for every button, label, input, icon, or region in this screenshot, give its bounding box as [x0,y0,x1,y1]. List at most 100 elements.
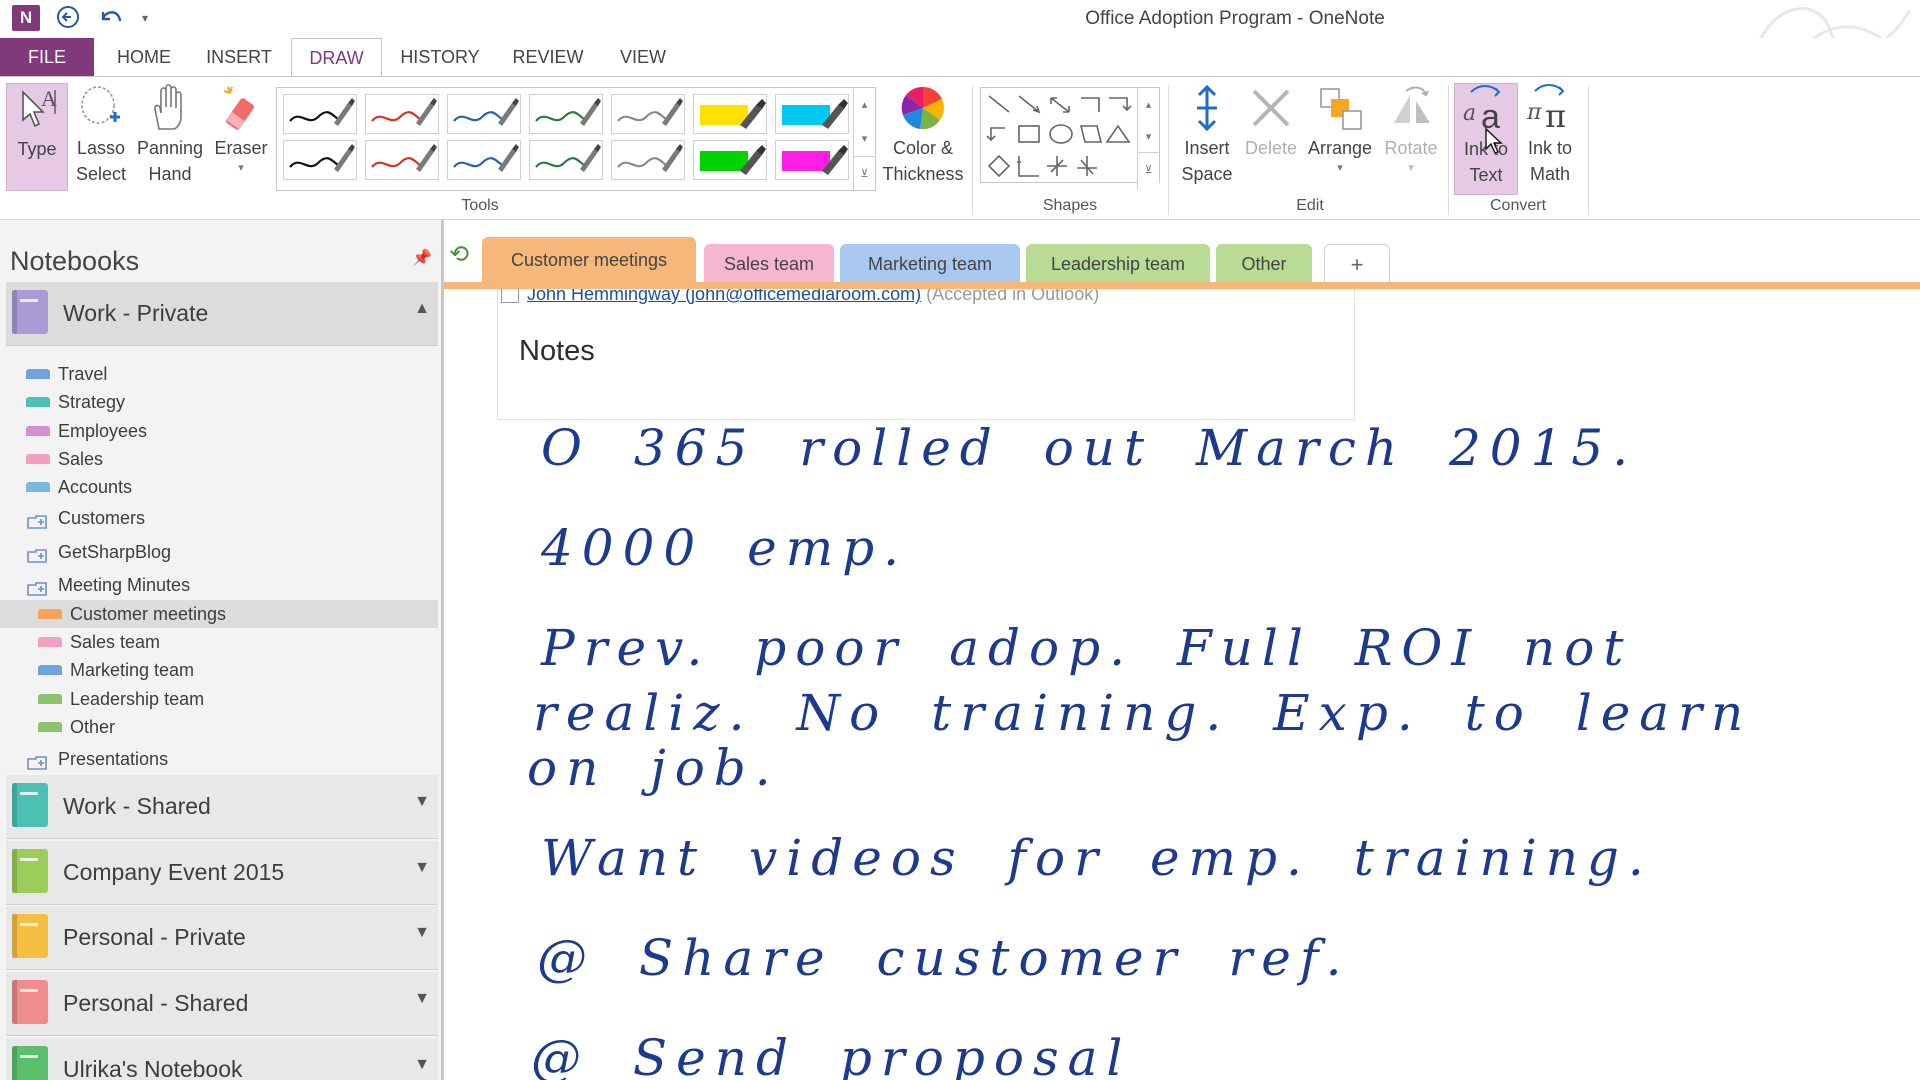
arrange-button[interactable]: Arrange ▾ [1302,83,1378,195]
pen-swatch[interactable] [529,140,603,180]
notebook-item[interactable]: Company Event 2015 ▼ [6,841,438,905]
ink-to-text-label-2: Text [1469,165,1503,185]
section-item[interactable]: Accounts [0,473,438,501]
section-color-rule [444,282,1920,289]
section-item[interactable]: Leadership team [0,685,438,713]
tab-home[interactable]: HOME [106,38,182,77]
rotate-label: Rotate [1384,138,1438,158]
pen-swatch[interactable] [447,94,521,134]
pen-gallery-scroll[interactable]: ▴ ▾ ⊻ [853,88,875,190]
chevron-down-icon[interactable]: ▼ [414,859,430,877]
tab-view[interactable]: VIEW [608,38,678,77]
tab-review[interactable]: REVIEW [500,38,596,77]
notebook-item[interactable]: Work - Shared ▼ [6,775,438,839]
lasso-label-1: Lasso [76,138,126,158]
highlighter-swatch[interactable] [775,94,849,134]
pen-swatch[interactable] [365,140,439,180]
type-button[interactable]: A Type [6,83,68,191]
eraser-button[interactable]: Eraser ▾ [210,83,272,195]
highlighter-swatch[interactable] [775,140,849,180]
notebook-icon [12,290,48,334]
section-item[interactable]: Employees [0,417,438,445]
insert-space-button[interactable]: Insert Space [1176,83,1238,195]
group-separator [1448,85,1449,215]
pen-swatch[interactable] [611,94,685,134]
section-tab-icon [38,722,62,732]
tab-leadership-team[interactable]: Leadership team [1026,244,1210,284]
chevron-up-icon[interactable]: ▲ [414,300,430,318]
ink-line: @ Share customer ref. [537,929,1351,987]
section-item[interactable]: Customers [0,504,438,532]
section-item[interactable]: Sales [0,445,438,473]
section-label: GetSharpBlog [58,542,172,562]
sync-icon[interactable]: ⟲ [444,240,474,269]
section-item[interactable]: Marketing team [0,656,438,684]
section-item[interactable]: Other [0,713,438,741]
window-title: Office Adoption Program - OneNote [1085,8,1385,29]
color-label-2: Thickness [882,164,964,184]
pen-swatch[interactable] [283,94,357,134]
section-item[interactable]: Strategy [0,388,438,416]
shapes-gallery-scroll[interactable]: ▴ ▾ ⊻ [1137,88,1159,190]
pen-swatch[interactable] [283,140,357,180]
pen-swatch[interactable] [447,140,521,180]
tab-marketing-team[interactable]: Marketing team [840,244,1020,284]
tab-draw[interactable]: DRAW [291,38,382,77]
notebook-item[interactable]: Personal - Private ▼ [6,906,438,970]
highlighter-swatch[interactable] [693,94,767,134]
eraser-icon [210,83,272,133]
section-tab-icon [26,426,50,436]
highlighter-swatch[interactable] [693,140,767,180]
chevron-down-icon[interactable]: ▼ [414,990,430,1008]
tab-sales-team[interactable]: Sales team [704,244,834,284]
eraser-dropdown-icon[interactable]: ▾ [210,161,272,175]
pen-swatch[interactable] [529,94,603,134]
add-section-tab[interactable]: + [1324,244,1390,284]
chevron-down-icon[interactable]: ▼ [414,1056,430,1074]
attendee-email-link[interactable]: John Hemmingway (john@officemediaroom.co… [527,289,921,304]
ink-line: @ Send proposal [531,1029,1132,1080]
notebook-work-private[interactable]: Work - Private ▲ [6,282,438,346]
tab-history[interactable]: HISTORY [392,38,488,77]
section-item[interactable]: Presentations [0,745,438,773]
pen-swatch[interactable] [611,140,685,180]
color-thickness-button[interactable]: Color & Thickness [880,83,966,195]
tab-customer-meetings[interactable]: Customer meetings [482,237,696,284]
tab-other[interactable]: Other [1216,244,1312,284]
ink-to-math-button[interactable]: ππ Ink to Math [1518,83,1582,195]
hand-icon [134,83,206,133]
section-item[interactable]: Sales team [0,628,438,656]
ink-to-math-icon: ππ [1518,83,1582,135]
tab-insert[interactable]: INSERT [196,38,282,77]
lasso-icon [72,83,130,133]
lasso-label-2: Select [75,164,127,184]
section-label: Sales [58,449,104,469]
section-tab-icon [26,454,50,464]
shapes-grid-icon[interactable] [981,88,1136,182]
type-cursor-icon: A [7,84,67,134]
page-canvas[interactable]: John Hemmingway (john@officemediaroom.co… [447,289,1920,1080]
notebook-item[interactable]: Ulrika's Notebook ▼ [6,1038,438,1080]
section-item[interactable]: Meeting Minutes [0,571,438,599]
arrange-label: Arrange [1307,138,1373,158]
tab-file[interactable]: FILE [0,38,94,77]
rotate-button[interactable]: Rotate ▾ [1378,83,1444,195]
pin-icon[interactable]: 📌 [412,248,432,268]
chevron-down-icon[interactable]: ▼ [414,924,430,942]
pen-swatch[interactable] [365,94,439,134]
delete-button[interactable]: Delete [1240,83,1302,195]
lasso-select-button[interactable]: Lasso Select [72,83,130,195]
attendee-status: (Accepted in Outlook) [926,289,1100,304]
ink-to-math-label-1: Ink to [1527,138,1573,158]
chevron-down-icon[interactable]: ▼ [414,793,430,811]
section-item[interactable]: Travel [0,360,438,388]
arrange-dropdown-icon[interactable]: ▾ [1302,161,1378,175]
section-label: Other [70,717,116,737]
section-item[interactable]: GetSharpBlog [0,538,438,566]
section-item[interactable]: Customer meetings [0,600,438,628]
notebook-item[interactable]: Personal - Shared ▼ [6,972,438,1036]
notebook-name: Ulrika's Notebook [63,1056,243,1080]
attendee-checkbox[interactable] [501,289,519,303]
rotate-dropdown-icon[interactable]: ▾ [1378,161,1444,175]
panning-hand-button[interactable]: Panning Hand [134,83,206,195]
